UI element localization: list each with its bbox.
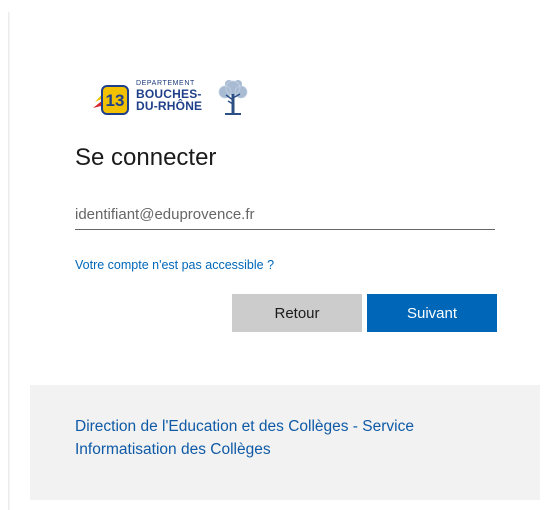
page-title: Se connecter xyxy=(75,144,217,171)
department-logo: 13 DEPARTEMENT BOUCHES- DU-RHÔNE xyxy=(92,78,262,122)
logo-line-2: DU-RHÔNE xyxy=(136,99,203,113)
bdr-13-badge-icon: 13 xyxy=(93,85,129,115)
tree-icon xyxy=(218,80,248,115)
footer-panel: Direction de l'Education et des Collèges… xyxy=(30,385,540,500)
email-field[interactable] xyxy=(75,199,495,230)
back-button[interactable]: Retour xyxy=(232,294,362,332)
next-button[interactable]: Suivant xyxy=(367,294,497,332)
logo-text: DEPARTEMENT BOUCHES- DU-RHÔNE xyxy=(136,80,202,112)
account-not-accessible-link[interactable]: Votre compte n'est pas accessible ? xyxy=(75,258,274,272)
footer-text: Direction de l'Education et des Collèges… xyxy=(75,418,414,458)
logo-department-label: DEPARTEMENT xyxy=(136,80,195,87)
page: 13 DEPARTEMENT BOUCHES- DU-RHÔNE Se conn… xyxy=(0,0,555,510)
svg-text:13: 13 xyxy=(106,91,125,110)
